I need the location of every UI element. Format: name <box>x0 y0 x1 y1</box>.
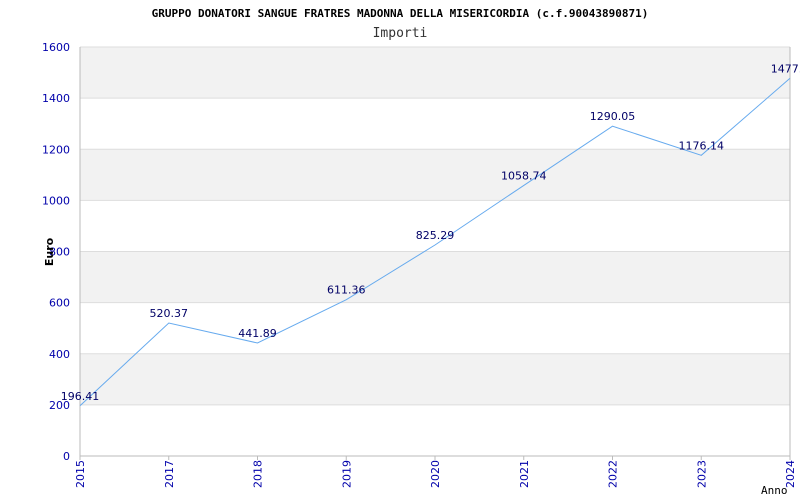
data-label: 196.41 <box>61 390 100 403</box>
x-tick-label: 2015 <box>74 460 87 488</box>
y-tick-label: 1200 <box>42 143 70 156</box>
x-tick-label: 2021 <box>518 460 531 488</box>
grid-band <box>80 47 790 99</box>
chart-title: GRUPPO DONATORI SANGUE FRATRES MADONNA D… <box>152 7 649 20</box>
x-tick-label: 2022 <box>607 460 620 488</box>
y-tick-label: 1600 <box>42 41 70 54</box>
x-tick-label: 2020 <box>429 460 442 488</box>
y-tick-label: 1400 <box>42 92 70 105</box>
x-axis-label: Anno <box>761 484 788 497</box>
grid-band <box>80 353 790 405</box>
y-tick-label: 400 <box>49 348 70 361</box>
x-tick-labels: 2015 2017 2018 2019 2020 2021 2022 2023 2024 <box>74 456 797 488</box>
data-label: 1477.4 <box>771 62 800 75</box>
y-tick-label: 600 <box>49 297 70 310</box>
data-label: 520.37 <box>150 307 189 320</box>
chart-subtitle: Importi <box>373 26 428 41</box>
y-tick-label: 0 <box>63 450 70 463</box>
data-label: 611.36 <box>327 284 366 297</box>
x-tick-label: 2017 <box>163 460 176 488</box>
data-label: 1290.05 <box>590 110 636 123</box>
line-chart: 02004006008001000120014001600 2015 2017 20… <box>42 7 800 497</box>
data-labels: 196.41 520.37 441.89 611.36 825.29 1058.74 129… <box>61 62 800 402</box>
data-label: 1176.14 <box>679 139 725 152</box>
data-label: 825.29 <box>416 229 455 242</box>
data-label: 441.89 <box>238 327 277 340</box>
data-label: 1058.74 <box>501 169 547 182</box>
x-tick-label: 2023 <box>695 460 708 488</box>
plot-background-bands <box>80 47 790 405</box>
grid-band <box>80 149 790 201</box>
x-tick-label: 2019 <box>340 460 353 488</box>
grid-band <box>80 251 790 303</box>
y-axis-label: Euro <box>43 237 56 266</box>
x-tick-label: 2018 <box>252 460 265 488</box>
y-tick-label: 1000 <box>42 194 70 207</box>
